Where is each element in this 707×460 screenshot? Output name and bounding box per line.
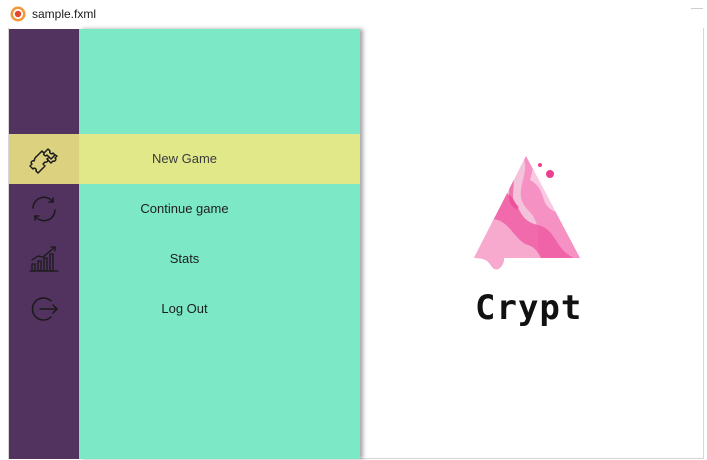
menu-label-stats: Stats [169, 251, 200, 266]
rail-cell-stats[interactable] [9, 234, 79, 284]
logout-icon [31, 297, 58, 321]
menu-item-log-out[interactable]: Log Out [9, 284, 360, 334]
menu-item-new-game[interactable]: New Game [9, 134, 360, 184]
menu-label-continue-game: Continue game [140, 201, 229, 216]
refresh-icon [32, 196, 56, 222]
puzzle-icon [29, 148, 58, 174]
rail-cell-new-game[interactable] [9, 134, 79, 184]
menu-item-stats[interactable]: Stats [9, 234, 360, 284]
rail-cell-log-out[interactable] [9, 284, 79, 334]
app-icon [10, 6, 26, 22]
bar-chart-icon [29, 246, 59, 272]
window-title: sample.fxml [32, 7, 97, 21]
window-titlebar: sample.fxml [0, 0, 707, 28]
menu-label-log-out: Log Out [161, 301, 208, 316]
triangle-logo [474, 156, 580, 270]
minimize-icon[interactable] [691, 7, 703, 10]
menu-label-new-game: New Game [151, 151, 218, 166]
brand-name: Crypt [475, 288, 583, 328]
menu-item-continue-game[interactable]: Continue game [9, 184, 360, 234]
rail-cell-continue-game[interactable] [9, 184, 79, 234]
